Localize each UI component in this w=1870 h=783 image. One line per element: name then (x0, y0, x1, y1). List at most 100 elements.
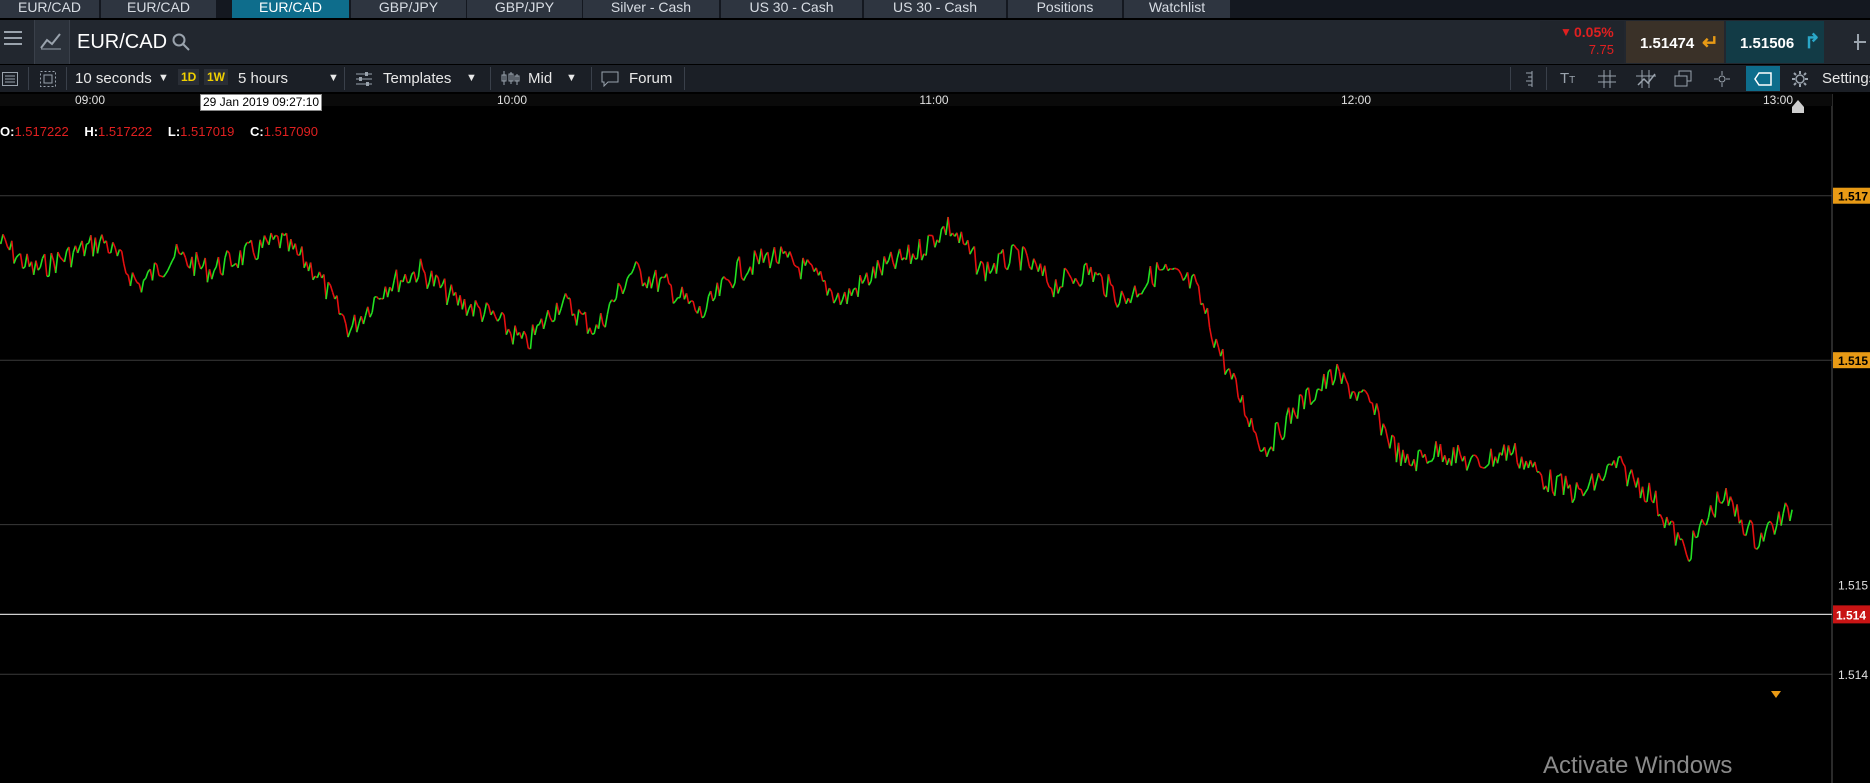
tag-icon (1754, 72, 1772, 86)
y-tick-label: 1.515 (1838, 354, 1868, 368)
tab-eur-cad[interactable]: EUR/CAD (232, 0, 349, 18)
toolbar-separator (66, 67, 67, 90)
chevron-down-icon[interactable]: ▼ (566, 72, 577, 84)
price-type-select[interactable]: Mid (528, 70, 552, 87)
chevron-down-icon[interactable]: ▼ (328, 72, 339, 84)
price-segment (231, 264, 235, 268)
price-segment (1174, 267, 1177, 270)
change-percent: 0.05% (1574, 24, 1614, 40)
crosshair-icon[interactable] (1636, 70, 1656, 88)
buy-price: 1.51506 (1740, 35, 1795, 52)
price-change-box: ▼ 0.05% 7.75 (1540, 21, 1624, 63)
x-tick-label: 12:00 (1341, 94, 1371, 107)
price-segment (1171, 267, 1175, 271)
toolbar-separator (684, 67, 685, 90)
ohlc-open-value: 1.517222 (14, 124, 69, 139)
toolbar-separator (1546, 67, 1547, 90)
price-segment (86, 242, 90, 245)
y-tick-label: 1.515 (1838, 578, 1868, 592)
current-price-label: 1.514 (1836, 608, 1866, 622)
ohlc-close-value: 1.517090 (263, 124, 318, 139)
gear-icon[interactable] (1792, 71, 1808, 87)
grid-icon[interactable] (1598, 70, 1616, 88)
candlestick-icon[interactable] (500, 70, 520, 86)
activate-windows-watermark: Activate Windows (1543, 752, 1733, 779)
ohlc-open-label: O: (0, 124, 15, 139)
price-segment (275, 234, 278, 237)
sell-arrow-icon: ↵ (1702, 32, 1719, 54)
toolbar-separator (490, 67, 491, 90)
price-segment (1670, 520, 1674, 523)
price-segment (378, 297, 382, 300)
price-chart[interactable]: 09:00 10:00 11:00 12:00 13:00 1.517 1.515 1.515… (0, 94, 1870, 783)
ruler-icon[interactable] (1520, 71, 1536, 87)
price-segment (255, 258, 259, 261)
tab-silver-cash[interactable]: Silver - Cash (583, 0, 719, 18)
windows-icon[interactable] (1674, 70, 1692, 88)
x-tick-label: 10:00 (497, 94, 527, 107)
list-view-icon[interactable] (2, 72, 18, 86)
tab-us-30-cash[interactable]: US 30 - Cash (721, 0, 862, 18)
instrument-tab-bar: EUR/CAD EUR/CAD EUR/CAD GBP/JPY GBP/JPY Silve… (0, 0, 1870, 18)
search-icon[interactable] (172, 33, 190, 51)
forum-button[interactable]: Forum (629, 70, 672, 87)
instrument-title: EUR/CAD (77, 31, 168, 53)
text-size-icon[interactable]: TT (1560, 70, 1575, 87)
interval-select[interactable]: 10 seconds (75, 70, 152, 87)
price-segment (725, 278, 729, 281)
price-segment (701, 315, 705, 319)
templates-button[interactable]: Templates (383, 70, 451, 87)
price-segment (1695, 536, 1698, 539)
price-segment (1169, 267, 1173, 271)
tab-eur-cad[interactable]: EUR/CAD (101, 0, 216, 18)
chevron-down-icon[interactable]: ▼ (466, 72, 477, 84)
tab-us-30-cash[interactable]: US 30 - Cash (864, 0, 1006, 18)
templates-icon[interactable] (356, 72, 372, 86)
tab-watchlist[interactable]: Watchlist (1124, 0, 1230, 18)
toolbar-separator (1510, 67, 1511, 90)
chevron-down-icon[interactable]: ▼ (158, 72, 169, 84)
ohlc-low-value: 1.517019 (180, 124, 235, 139)
settings-button[interactable]: Settings (1822, 70, 1870, 87)
range-1w-button[interactable]: 1W (204, 69, 228, 85)
instrument-header: EUR/CAD ▼ 0.05% 7.75 1.51474 ↵ 1.51506 ↱ (0, 20, 1870, 64)
layout-icon[interactable] (40, 71, 56, 87)
price-segment (1352, 390, 1356, 394)
header-spacer (1826, 21, 1852, 63)
ohlc-low-label: L: (167, 124, 181, 139)
tab-positions[interactable]: Positions (1008, 0, 1122, 18)
sell-price-button[interactable]: 1.51474 ↵ (1626, 21, 1724, 63)
magnet-icon[interactable] (1714, 71, 1730, 87)
change-points: 7.75 (1588, 42, 1614, 57)
range-1d-button[interactable]: 1D (178, 69, 200, 85)
ohlc-high-value: 1.517222 (98, 124, 153, 139)
down-arrow-icon: ▼ (1560, 25, 1572, 39)
price-segment (1299, 393, 1303, 397)
y-tick-label: 1.517 (1838, 190, 1868, 204)
price-segment (1479, 465, 1483, 469)
tab-gbp-jpy[interactable]: GBP/JPY (467, 0, 582, 18)
chart-background (0, 94, 1870, 783)
sell-price: 1.51474 (1640, 35, 1695, 52)
menu-icon[interactable] (4, 30, 22, 46)
price-segment (136, 281, 140, 285)
duration-select[interactable]: 5 hours (238, 70, 288, 87)
ohlc-close-label: C: (250, 124, 264, 139)
ohlc-high-label: H: (84, 124, 99, 139)
chart-line-icon[interactable] (40, 32, 62, 50)
toolbar-separator (28, 67, 29, 90)
buy-arrow-icon: ↱ (1804, 31, 1821, 53)
price-segment (158, 274, 162, 277)
x-tick-label: 13:00 (1763, 94, 1793, 107)
forum-icon[interactable] (601, 71, 619, 87)
x-tick-label: 09:00 (75, 94, 105, 107)
price-segment (1161, 268, 1164, 271)
tab-gbp-jpy[interactable]: GBP/JPY (351, 0, 466, 18)
buy-price-button[interactable]: 1.51506 ↱ (1726, 21, 1824, 63)
toolbar-separator (591, 67, 592, 90)
pin-icon[interactable] (1854, 32, 1868, 52)
toolbar-separator (344, 67, 345, 90)
chart-toolbar: 10 seconds ▼ 1D 1W 5 hours ▼ Templates ▼… (0, 65, 1870, 92)
tab-eur-cad[interactable]: EUR/CAD (0, 0, 99, 18)
y-tick-label: 1.514 (1838, 668, 1868, 682)
